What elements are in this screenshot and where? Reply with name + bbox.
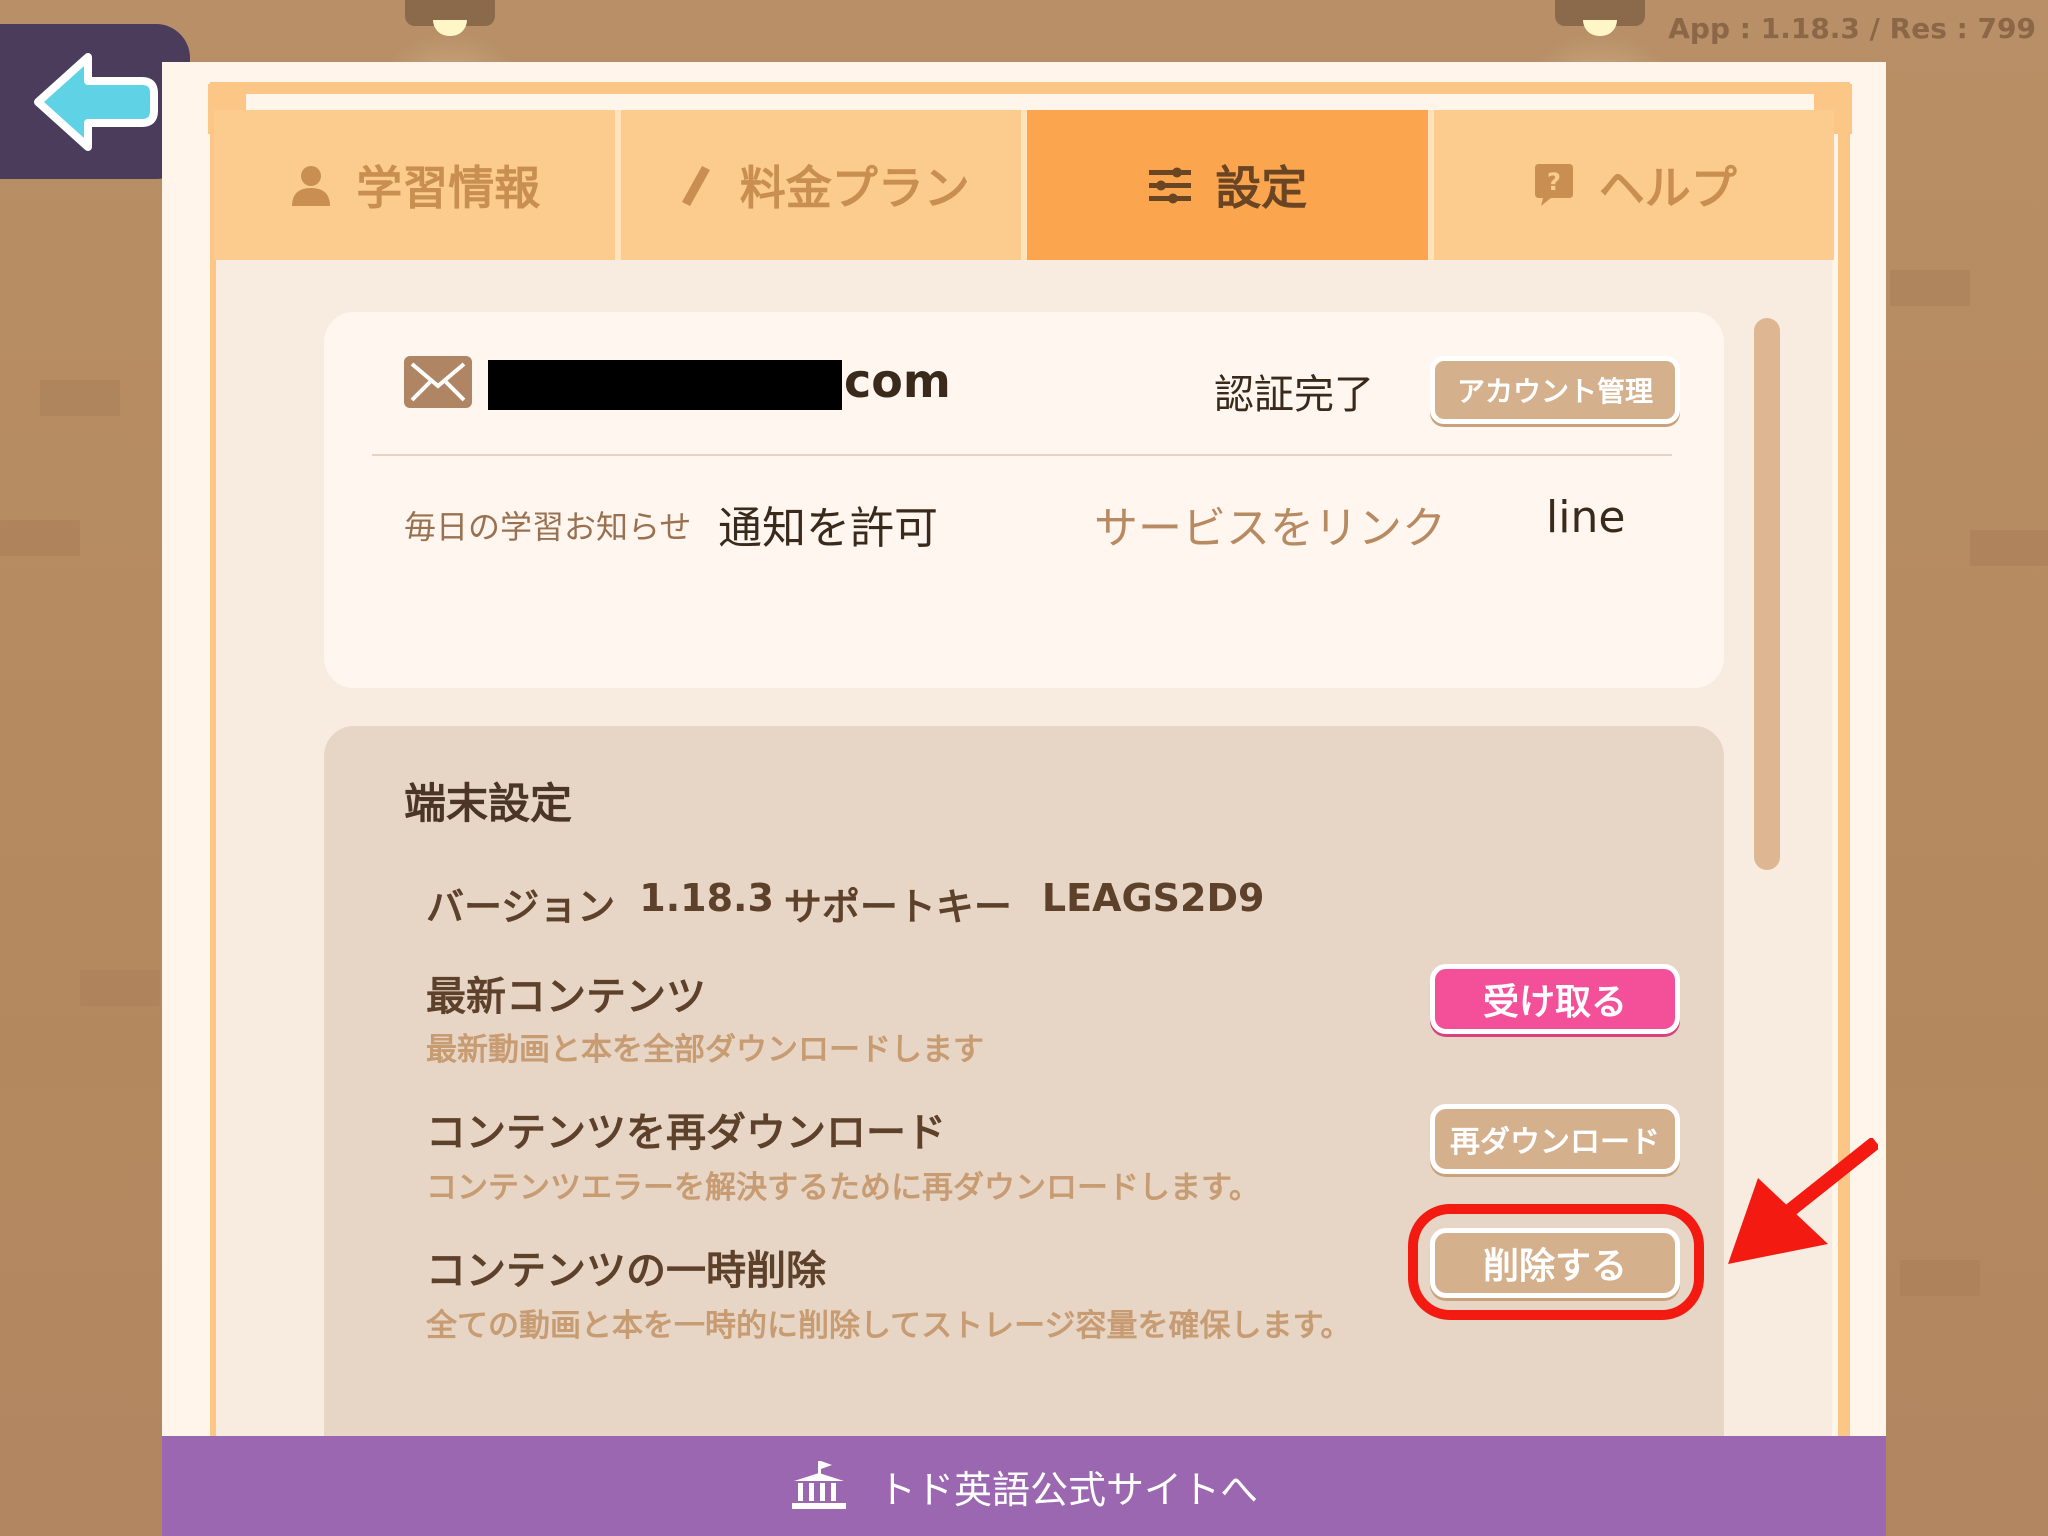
wall-brick [0,520,80,556]
support-key-value: LEAGS2D9 [1041,876,1265,920]
svg-text:?: ? [1547,168,1561,196]
official-site-label: トド英語公式サイトへ [877,1467,1258,1512]
email-redacted [488,360,842,410]
tab-label: 設定 [1215,161,1308,215]
redownload-desc: コンテンツエラーを解決するために再ダウンロードします。 [426,1170,1260,1206]
link-service-label[interactable]: サービスをリンク [1094,492,1446,556]
scrollbar-thumb[interactable] [1754,318,1780,870]
version-info: バージョン 1.18.3 サポートキー LEAGS2D9 [426,876,1264,931]
version-label: バージョン [426,885,616,929]
version-value: 1.18.3 [639,876,774,920]
delete-content-desc: 全ての動画と本を一時的に削除してストレージ容量を確保します。 [426,1308,1352,1344]
wall-brick [1890,270,1970,306]
receive-button[interactable]: 受け取る [1430,964,1680,1034]
back-arrow-icon [34,52,158,151]
tab-label: 学習情報 [356,161,541,215]
divider [372,454,1672,456]
tab-pricing-plan[interactable]: 料金プラン [620,110,1027,260]
section-title: 端末設定 [404,779,573,828]
wall-brick [40,380,120,416]
official-site-link[interactable]: トド英語公式サイトへ [162,1436,1886,1536]
wall-brick [1970,530,2048,566]
delete-button[interactable]: 削除する [1430,1228,1680,1298]
tab-learning-info[interactable]: 学習情報 [214,110,621,260]
allow-notification-link[interactable]: 通知を許可 [718,492,938,556]
redownload-title: コンテンツを再ダウンロード [426,1110,946,1156]
support-key-label: サポートキー [783,885,1012,929]
redownload-button[interactable]: 再ダウンロード [1430,1104,1680,1174]
tab-bar: 学習情報 料金プラン 設定 ? ヘルプ [214,110,1834,260]
person-icon [292,166,331,206]
tab-label: ヘルプ [1598,161,1737,215]
wall-brick [80,970,160,1006]
latest-content-title: 最新コンテンツ [426,974,706,1020]
ceiling-lamp [1555,0,1645,36]
ceiling-lamp [405,0,495,36]
latest-content-desc: 最新動画と本を全部ダウンロードします [426,1032,984,1068]
delete-content-title: コンテンツの一時削除 [426,1248,826,1294]
device-settings-card: 端末設定 バージョン 1.18.3 サポートキー LEAGS2D9 最新コンテン… [324,726,1724,1446]
pencil-icon [681,166,710,206]
mail-icon [404,356,472,408]
daily-notification-label: 毎日の学習お知らせ [404,508,692,546]
app-version-overlay: App : 1.18.3 / Res : 799 [1668,12,2036,45]
building-flag-icon [791,1461,846,1509]
sliders-icon [1149,167,1192,204]
email-suffix: com [844,354,951,408]
account-card: com 認証完了 アカウント管理 毎日の学習お知らせ 通知を許可 サービスをリン… [324,312,1724,688]
tab-help[interactable]: ? ヘルプ [1433,110,1834,260]
wall-brick [1900,1260,1980,1296]
question-icon: ? [1534,164,1573,206]
linked-service-value: line [1546,492,1626,543]
tab-settings[interactable]: 設定 [1027,110,1434,260]
verification-status: 認証完了 [1214,372,1374,418]
red-pointer-arrow [1728,1138,1878,1264]
tab-label: 料金プラン [739,161,970,215]
account-management-button[interactable]: アカウント管理 [1430,356,1680,424]
